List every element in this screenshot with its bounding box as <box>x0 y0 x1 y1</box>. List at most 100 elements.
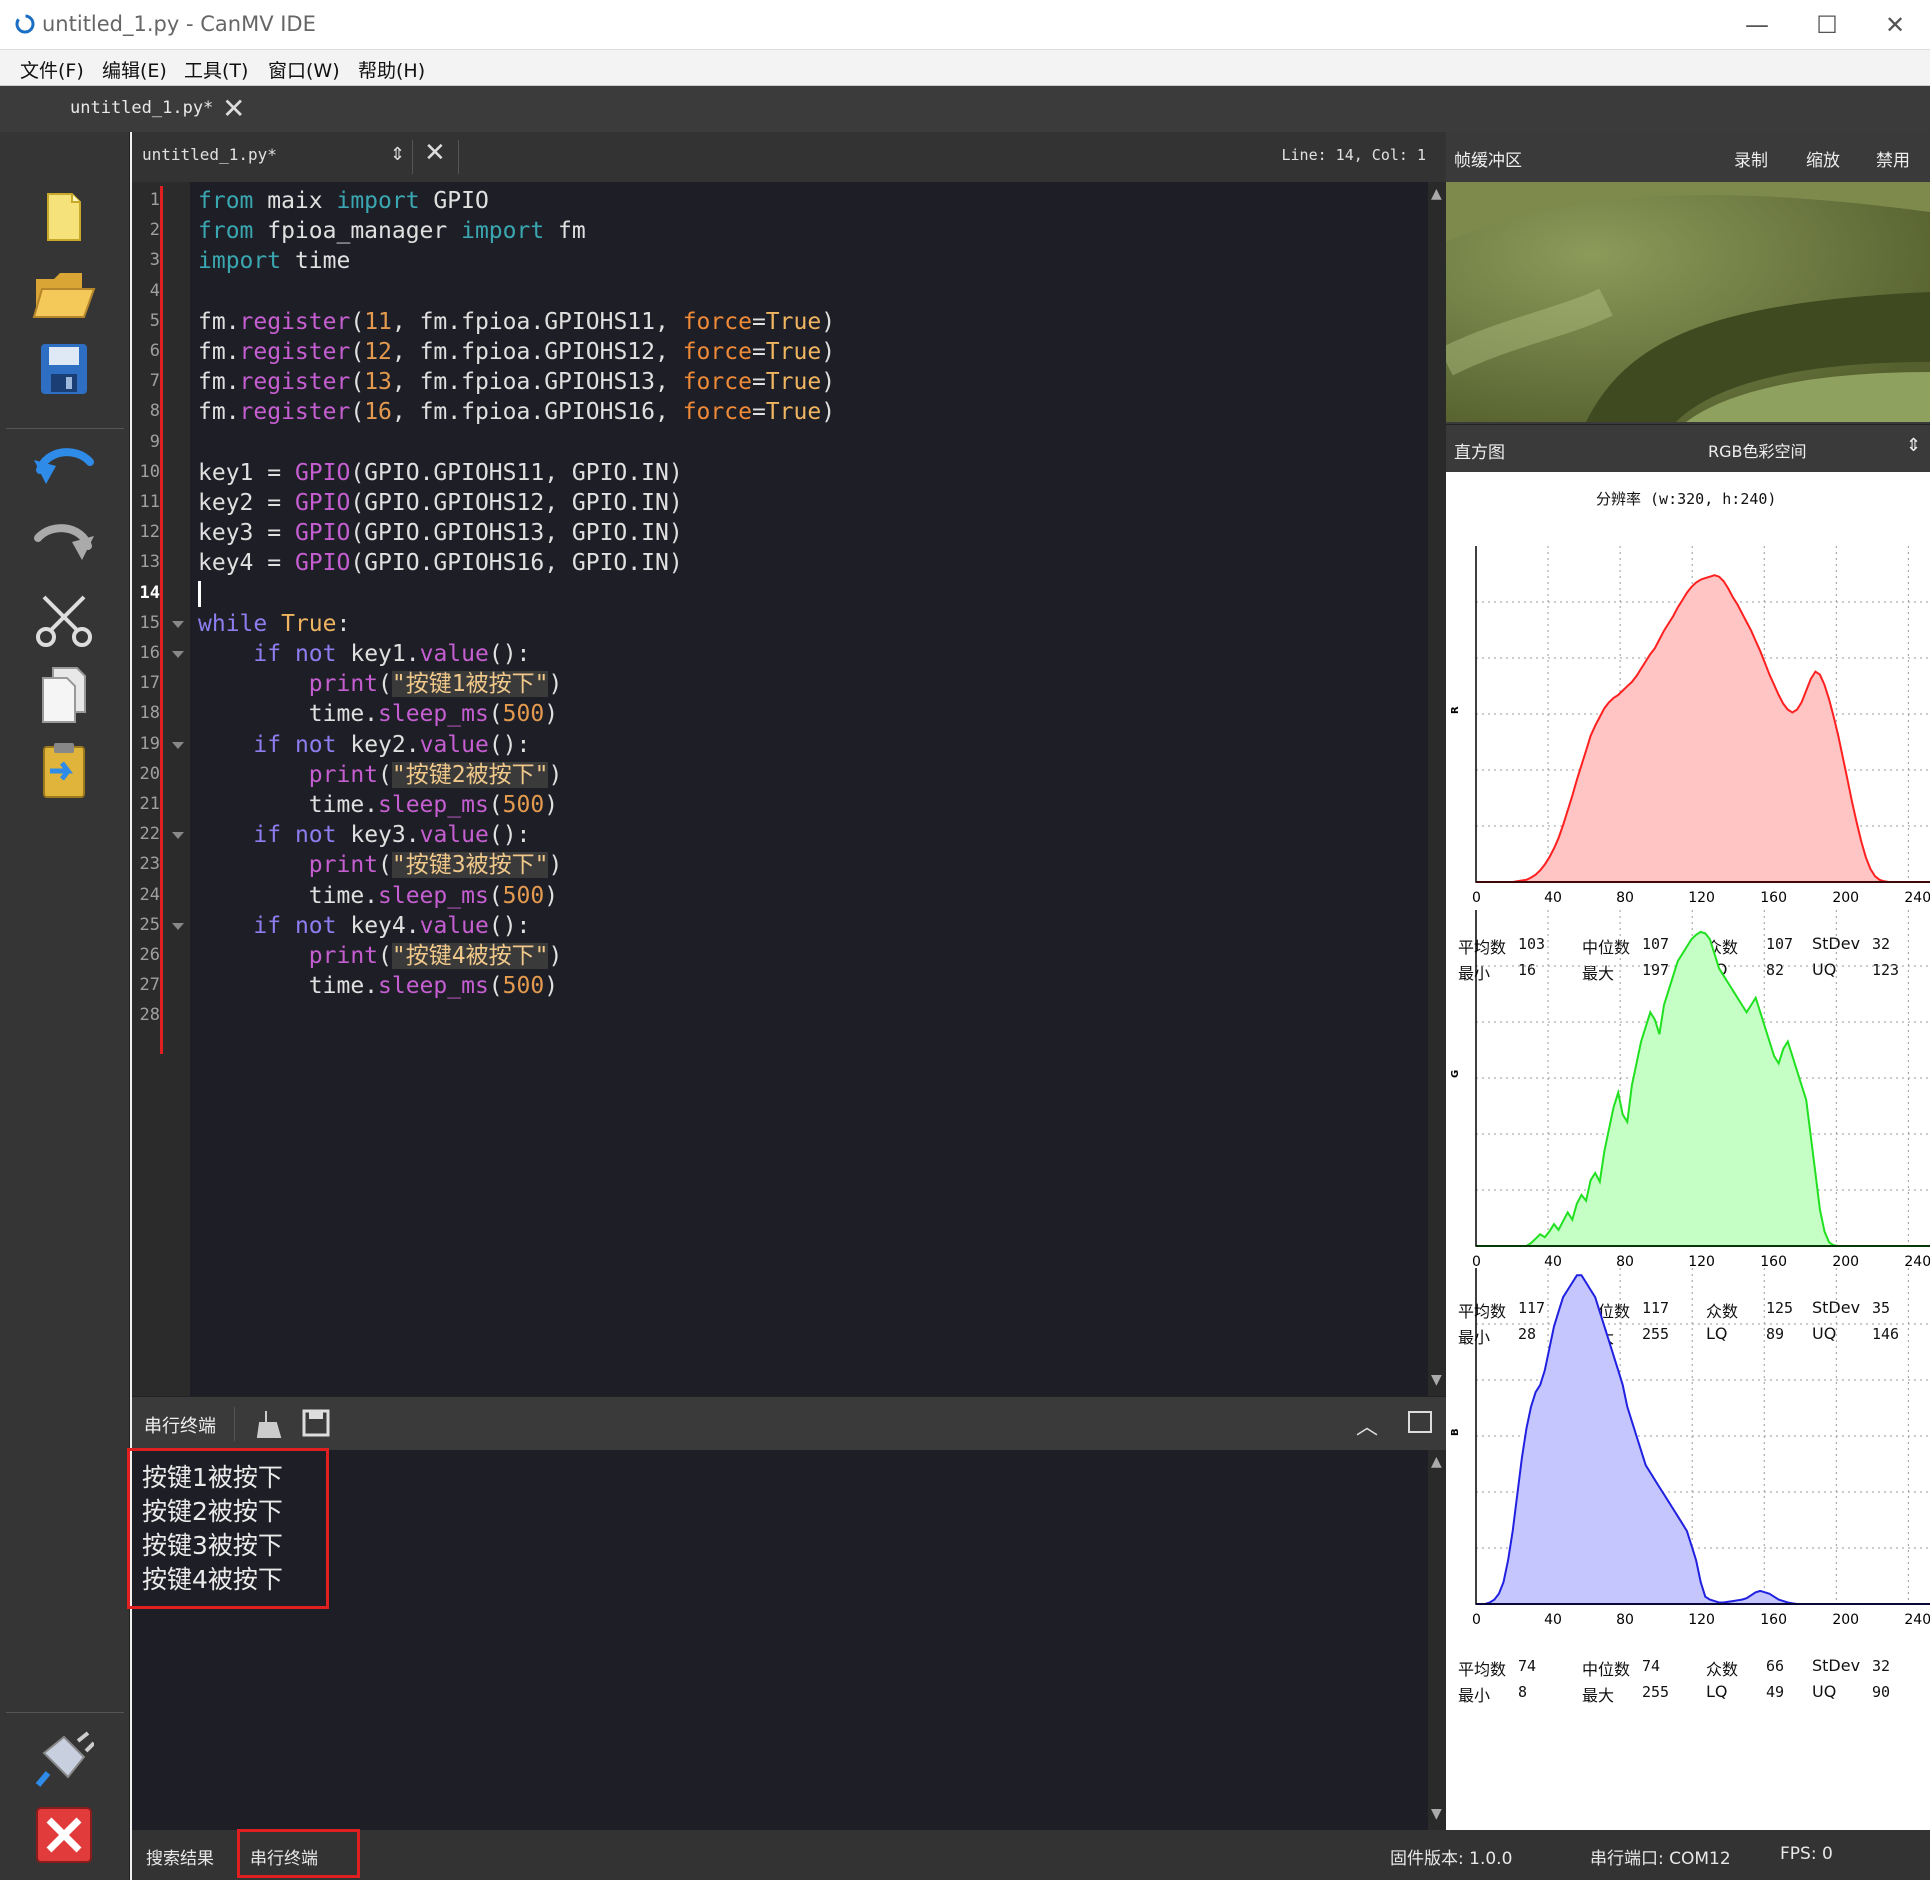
code-line[interactable]: import time <box>198 246 350 276</box>
x-tick-label: 160 <box>1760 890 1787 906</box>
code-line[interactable]: fm.register(12, fm.fpioa.GPIOHS12, force… <box>198 337 835 367</box>
annotation-highlight-box <box>237 1829 360 1878</box>
code-line[interactable]: time.sleep_ms(500) <box>198 699 558 729</box>
new-file-button[interactable] <box>28 184 100 250</box>
search-results-tab[interactable]: 搜索结果 <box>146 1844 214 1869</box>
code-line[interactable]: if not key3.value(): <box>198 820 530 850</box>
status-bar: 搜索结果 串行终端 固件版本: 1.0.0 串行端口: COM12 FPS: 0 <box>132 1830 1930 1880</box>
combo-updown-icon[interactable]: ⇕ <box>1906 435 1921 456</box>
code-line[interactable]: from maix import GPIO <box>198 186 489 216</box>
code-line[interactable]: key1 = GPIO(GPIO.GPIOHS11, GPIO.IN) <box>198 458 683 488</box>
code-line[interactable]: if not key2.value(): <box>198 730 530 760</box>
line-number: 6 <box>149 341 160 361</box>
copy-pages-icon <box>42 667 86 723</box>
toolbar-separator <box>6 1712 124 1713</box>
x-tick-label: 200 <box>1832 890 1859 906</box>
file-selector[interactable]: untitled_1.py* <box>142 145 277 164</box>
code-line[interactable]: from fpioa_manager import fm <box>198 216 586 246</box>
terminal-scrollbar[interactable]: ▲ ▼ <box>1428 1450 1446 1830</box>
open-file-button[interactable] <box>28 260 100 326</box>
terminal-output[interactable]: 按键1被按下 按键2被按下 按键3被按下 按键4被按下 <box>132 1450 1446 1830</box>
code-line[interactable]: print("按键3被按下") <box>198 850 562 880</box>
scroll-up-icon[interactable]: ▲ <box>1431 186 1442 202</box>
zoom-button[interactable]: 缩放 <box>1806 146 1840 171</box>
code-line[interactable]: key4 = GPIO(GPIO.GPIOHS16, GPIO.IN) <box>198 548 683 578</box>
save-button[interactable] <box>28 336 100 402</box>
fold-arrow-icon[interactable] <box>172 832 184 840</box>
close-file-icon[interactable]: ✕ <box>424 138 446 168</box>
close-window-button[interactable]: ✕ <box>1860 0 1930 50</box>
code-line[interactable]: key3 = GPIO(GPIO.GPIOHS13, GPIO.IN) <box>198 518 683 548</box>
code-line[interactable]: print("按键2被按下") <box>198 760 562 790</box>
paste-button[interactable] <box>28 738 100 804</box>
colorspace-selector[interactable]: RGB色彩空间 <box>1708 438 1807 462</box>
disable-button[interactable]: 禁用 <box>1876 146 1910 171</box>
save-disk-icon <box>41 344 87 394</box>
line-number: 26 <box>139 945 160 965</box>
stat-label: 中位数 <box>1582 1660 1631 1679</box>
menu-help[interactable]: 帮助(H) <box>358 56 425 83</box>
code-line[interactable]: time.sleep_ms(500) <box>198 971 558 1001</box>
connect-button[interactable] <box>28 1726 100 1792</box>
scroll-up-icon[interactable]: ▲ <box>1431 1454 1442 1470</box>
stat-label: StDev <box>1812 1656 1861 1675</box>
code-line[interactable]: print("按键1被按下") <box>198 669 562 699</box>
x-tick-label: 120 <box>1688 1612 1715 1628</box>
line-number: 24 <box>139 884 160 905</box>
stat-value: 90 <box>1872 1683 1891 1701</box>
copy-button[interactable] <box>28 662 100 728</box>
undo-button[interactable] <box>28 434 100 500</box>
code-line[interactable]: if not key1.value(): <box>198 639 530 669</box>
maximize-button[interactable]: ☐ <box>1792 0 1862 50</box>
document-tab[interactable]: untitled_1.py* ✕ <box>0 86 260 132</box>
fold-arrow-icon[interactable] <box>172 651 184 658</box>
redo-arrow-icon <box>34 524 94 560</box>
scroll-down-icon[interactable]: ▼ <box>1431 1372 1442 1388</box>
code-editor[interactable]: 1 2 3 4 5 6 7 8 9 10 11 12 13 14 15 16 17 18 19 20 21 22 23 24 2… <box>132 182 1446 1396</box>
code-line[interactable]: fm.register(13, fm.fpioa.GPIOHS13, force… <box>198 367 835 397</box>
menu-tools[interactable]: 工具(T) <box>184 56 248 83</box>
code-line[interactable]: time.sleep_ms(500) <box>198 790 558 820</box>
fold-arrow-icon[interactable] <box>172 922 184 930</box>
code-line[interactable]: fm.register(16, fm.fpioa.GPIOHS16, force… <box>198 397 835 427</box>
redo-button[interactable] <box>28 510 100 576</box>
fold-arrow-icon[interactable] <box>172 741 184 749</box>
tab-close-icon[interactable]: ✕ <box>222 92 245 125</box>
fold-arrow-icon[interactable] <box>172 620 184 628</box>
document-tab-strip: untitled_1.py* ✕ <box>0 86 1930 132</box>
title-bar: untitled_1.py - CanMV IDE — ☐ ✕ <box>0 0 1930 50</box>
cursor-position: Line: 14, Col: 1 <box>1281 146 1427 164</box>
scissors-icon <box>36 595 92 647</box>
camera-frame-icon <box>1446 182 1930 422</box>
menu-window[interactable]: 窗口(W) <box>268 56 340 83</box>
editor-scrollbar[interactable]: ▲ ▼ <box>1428 182 1446 1396</box>
save-terminal-button[interactable] <box>302 1409 330 1441</box>
scroll-down-icon[interactable]: ▼ <box>1431 1806 1442 1822</box>
menu-file[interactable]: 文件(F) <box>20 56 84 83</box>
code-line[interactable]: if not key4.value(): <box>198 911 530 941</box>
histogram-area: 分辨率 (w:320, h:240) R 0 40 80 120 160 200 240 平均数… <box>1446 472 1930 1830</box>
maximize-panel-icon[interactable]: ︿ <box>1356 1409 1378 1441</box>
header-divider <box>412 140 413 174</box>
line-number: 5 <box>149 310 160 331</box>
line-number: 10 <box>139 461 160 482</box>
code-line[interactable]: fm.register(11, fm.fpioa.GPIOHS11, force… <box>198 307 835 337</box>
stat-label: 最大 <box>1582 1686 1615 1705</box>
collapse-panel-icon[interactable] <box>1408 1411 1432 1433</box>
code-line[interactable]: time.sleep_ms(500) <box>198 881 558 911</box>
clear-terminal-button[interactable] <box>254 1409 284 1443</box>
combo-updown-icon[interactable]: ⇕ <box>390 144 405 165</box>
line-number: 18 <box>139 703 160 724</box>
code-line[interactable]: print("按键4被按下") <box>198 941 562 971</box>
cut-button[interactable] <box>28 586 100 652</box>
record-button[interactable]: 录制 <box>1734 146 1768 171</box>
x-tick-label: 80 <box>1616 1612 1634 1628</box>
terminal-header: 串行终端 ︿ <box>132 1396 1446 1450</box>
menu-edit[interactable]: 编辑(E) <box>102 56 167 83</box>
terminal-title: 串行终端 <box>144 1416 216 1437</box>
plug-connect-icon <box>35 1731 94 1787</box>
stop-button[interactable] <box>28 1802 100 1868</box>
code-line[interactable]: while True: <box>198 609 350 639</box>
minimize-button[interactable]: — <box>1722 0 1792 50</box>
code-line[interactable]: key2 = GPIO(GPIO.GPIOHS12, GPIO.IN) <box>198 488 683 518</box>
